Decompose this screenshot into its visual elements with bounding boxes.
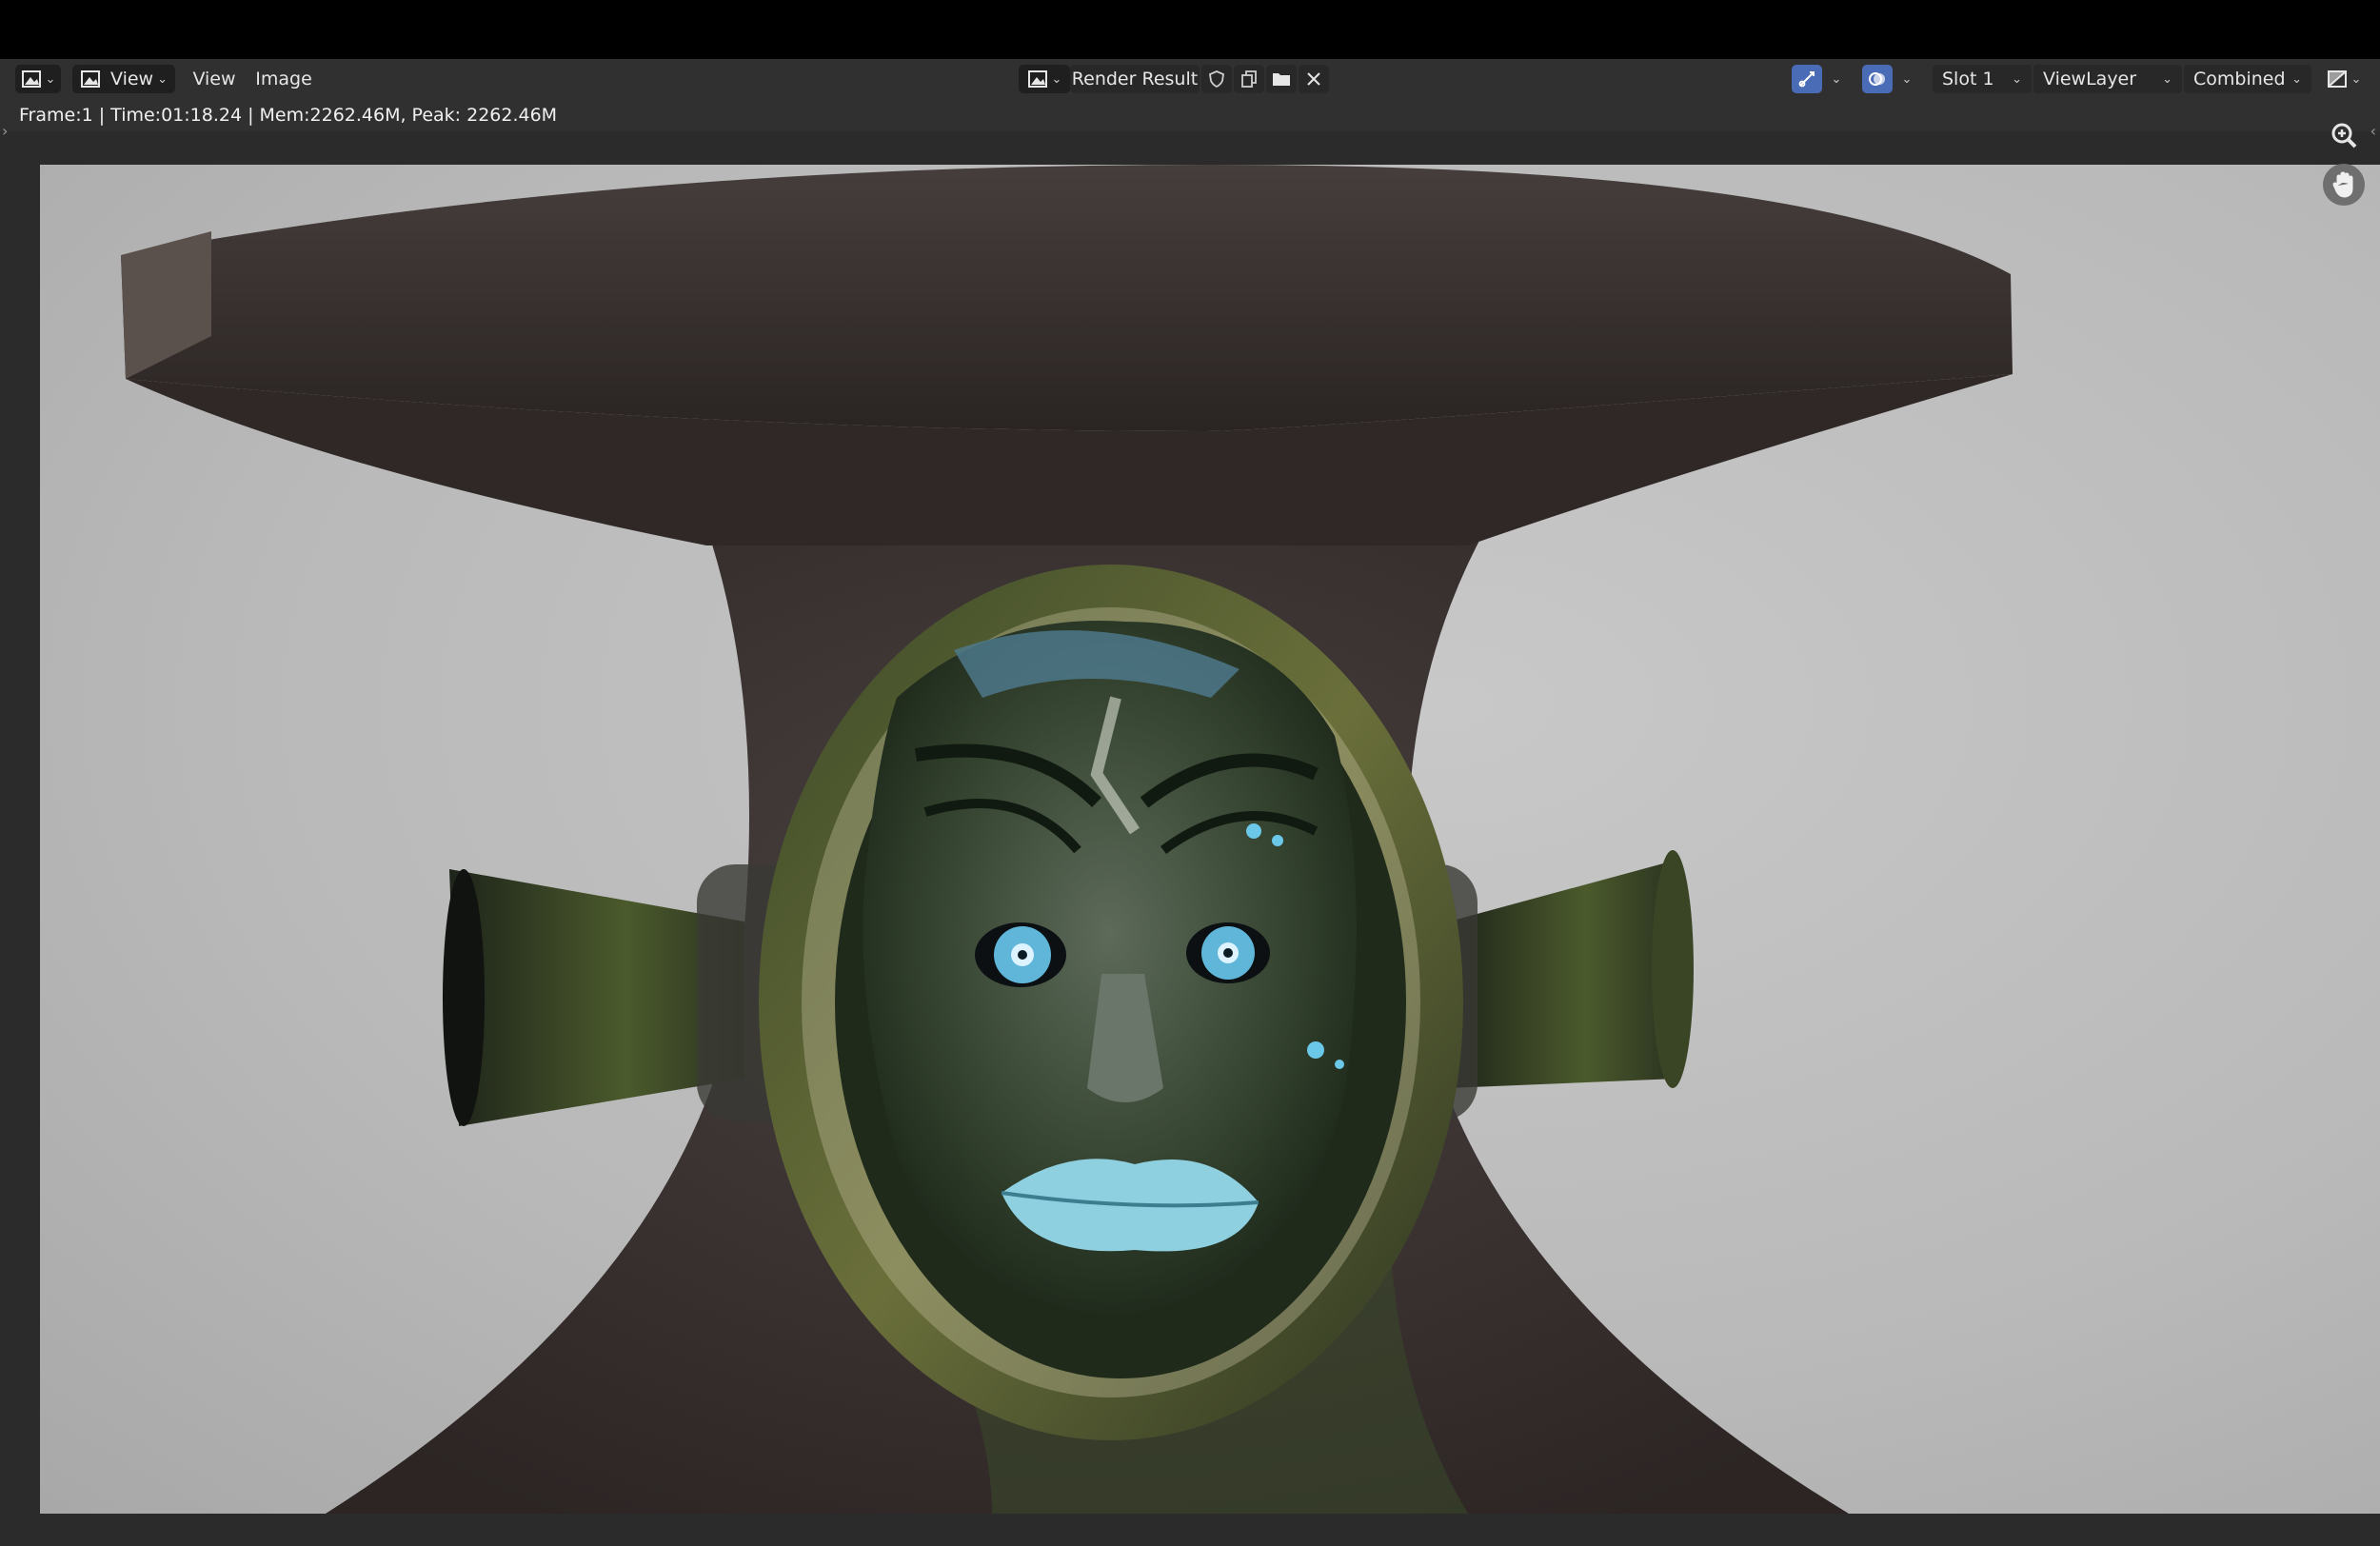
chevron-down-icon: ⌄: [2012, 71, 2022, 87]
right-horn: [1449, 860, 1677, 1088]
image-editor-header: ⌄ View ⌄ View Image ⌄ Render Result ⌄ ⌄ …: [0, 59, 2380, 99]
menu-image-label: Image: [255, 69, 312, 89]
render-pass-label: Combined: [2193, 69, 2286, 89]
zoom-icon: [2331, 123, 2357, 149]
render-stats-text: Frame:1 | Time:01:18.24 | Mem:2262.46M, …: [19, 105, 558, 126]
top-slab: [121, 165, 2013, 431]
channels-icon: [2327, 70, 2347, 88]
sidebar-expand-arrow-icon[interactable]: ‹: [2370, 122, 2376, 140]
render-result-image: [40, 165, 2380, 1514]
slot-label: Slot 1: [1942, 69, 1994, 89]
browse-image-button[interactable]: ⌄: [1019, 65, 1070, 93]
render-stats-bar: Frame:1 | Time:01:18.24 | Mem:2262.46M, …: [0, 99, 2380, 131]
gizmo-dropdown[interactable]: ⌄: [1822, 65, 1847, 93]
rendered-scene: [121, 165, 2013, 1514]
menu-image[interactable]: Image: [251, 65, 316, 93]
chevron-down-icon: ⌄: [2350, 71, 2362, 87]
zoom-button[interactable]: [2323, 114, 2365, 156]
image-browse-icon: [1027, 70, 1047, 88]
toolbar-expand-arrow-icon[interactable]: ›: [2, 122, 8, 140]
render-pass-select[interactable]: Combined ⌄: [2184, 65, 2311, 93]
chevron-down-icon: ⌄: [45, 71, 56, 87]
close-icon: [1307, 72, 1320, 86]
menu-view-label: View: [192, 69, 236, 89]
chevron-down-icon: ⌄: [1831, 71, 1842, 87]
chevron-down-icon: ⌄: [2162, 71, 2172, 87]
image-name-label: Render Result: [1071, 69, 1199, 89]
editor-type-button[interactable]: ⌄: [15, 65, 61, 93]
view-mode-dropdown[interactable]: View ⌄: [72, 65, 175, 93]
chevron-down-icon: ⌄: [157, 71, 168, 87]
image-name-field[interactable]: Render Result: [1070, 65, 1200, 93]
overlay-toggle[interactable]: [1862, 65, 1893, 93]
image-view-mode-icon: [81, 70, 100, 88]
view-layer-select[interactable]: ViewLayer ⌄: [2033, 65, 2182, 93]
overlay-dropdown[interactable]: ⌄: [1893, 65, 1917, 93]
chevron-down-icon: ⌄: [1901, 71, 1913, 87]
gizmo-icon: [1798, 71, 1815, 88]
gizmo-toggle[interactable]: [1792, 65, 1822, 93]
fake-user-button[interactable]: [1201, 65, 1232, 93]
pan-button[interactable]: [2323, 164, 2365, 206]
chevron-down-icon: ⌄: [1051, 71, 1062, 87]
view-layer-label: ViewLayer: [2043, 69, 2137, 89]
menu-view[interactable]: View: [188, 65, 240, 93]
new-image-button[interactable]: [1234, 65, 1264, 93]
slot-select[interactable]: Slot 1 ⌄: [1933, 65, 2032, 93]
hand-icon: [2332, 171, 2353, 198]
unlink-image-button[interactable]: [1299, 65, 1329, 93]
chevron-down-icon: ⌄: [2291, 71, 2302, 87]
shield-icon: [1209, 70, 1224, 89]
duplicate-icon: [1241, 70, 1257, 88]
window-top-bar: [0, 0, 2380, 59]
open-image-button[interactable]: [1266, 65, 1297, 93]
display-channels-dropdown[interactable]: ⌄: [2323, 65, 2365, 93]
folder-icon: [1273, 73, 1290, 86]
overlay-icon: [1869, 72, 1885, 86]
view-mode-label: View: [110, 69, 154, 89]
image-editor-icon: [21, 70, 41, 88]
